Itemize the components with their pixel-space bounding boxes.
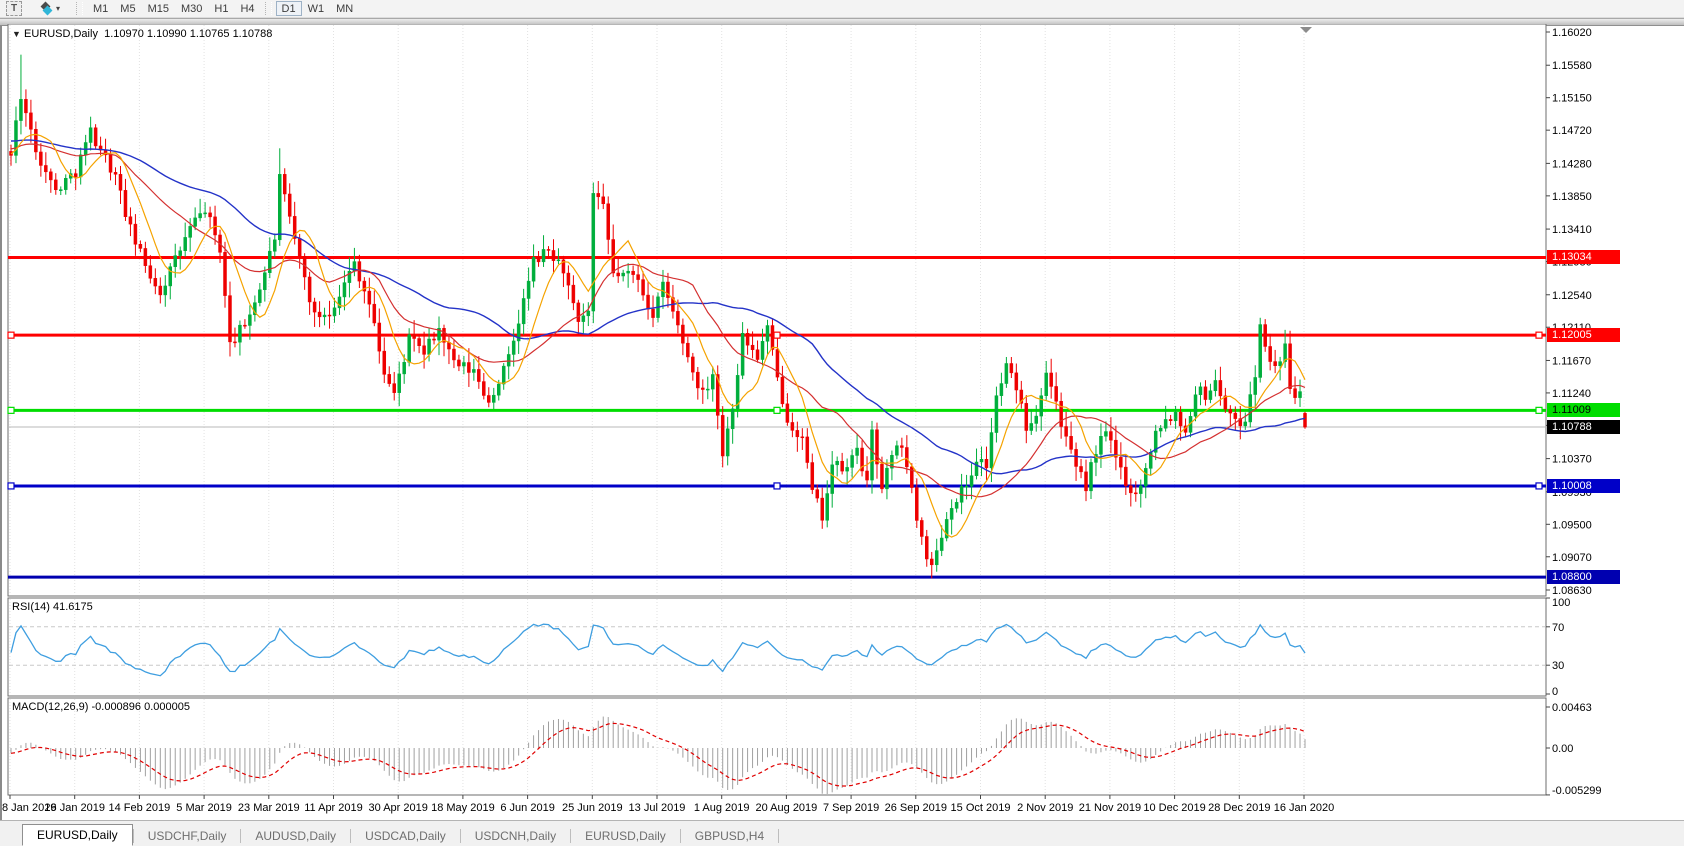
timeframe-button-D1[interactable]: D1: [276, 1, 302, 16]
date-axis-label: 1 Aug 2019: [694, 802, 750, 814]
toolbar-separator: [265, 2, 272, 15]
date-axis-label: 23 Mar 2019: [238, 802, 300, 814]
rsi-name: RSI(14): [12, 601, 50, 613]
rsi-axis-label: 30: [1552, 660, 1564, 672]
date-axis-label: 7 Sep 2019: [823, 802, 879, 814]
timeframe-button-M1[interactable]: M1: [87, 1, 114, 16]
date-axis-label: 30 Apr 2019: [369, 802, 428, 814]
macd-name: MACD(12,26,9): [12, 701, 88, 713]
price-axis-label: 1.13410: [1552, 224, 1592, 236]
tab-USDCNH-Daily[interactable]: USDCNH,Daily: [461, 827, 570, 846]
date-axis-label: 15 Oct 2019: [951, 802, 1011, 814]
date-axis-label: 14 Feb 2019: [109, 802, 171, 814]
price-axis-label: 1.15580: [1552, 60, 1592, 72]
price-axis-label: 1.09500: [1552, 519, 1592, 531]
chart-area: 8 Jan 201926 Jan 201914 Feb 20195 Mar 20…: [0, 24, 1684, 820]
date-axis-label: 5 Mar 2019: [176, 802, 232, 814]
level-price-tag: 1.13034: [1547, 250, 1620, 264]
macd-signal: 0.000005: [144, 701, 190, 713]
level-price-tag: 1.08800: [1547, 570, 1620, 584]
date-axis-label: 6 Jun 2019: [500, 802, 554, 814]
price-axis-label: 1.12540: [1552, 290, 1592, 302]
level-price-tag: 1.10008: [1547, 479, 1620, 493]
tab-AUDUSD-Daily[interactable]: AUDUSD,Daily: [241, 827, 350, 846]
macd-axis-label: -0.005299: [1552, 785, 1602, 797]
price-axis-label: 1.11240: [1552, 388, 1591, 400]
timeframe-button-M5[interactable]: M5: [114, 1, 141, 16]
price-axis-label: 1.08630: [1552, 585, 1592, 597]
ohlc-high: 1.10990: [147, 28, 187, 40]
tab-GBPUSD-H4[interactable]: GBPUSD,H4: [681, 827, 778, 846]
tab-EURUSD-Daily[interactable]: EURUSD,Daily: [22, 824, 133, 846]
date-axis-label: 21 Nov 2019: [1079, 802, 1141, 814]
tab-USDCAD-Daily[interactable]: USDCAD,Daily: [351, 827, 460, 846]
price-axis-label: 1.16020: [1552, 27, 1592, 39]
tab-EURUSD-Daily-2[interactable]: EURUSD,Daily: [571, 827, 680, 846]
macd-main: -0.000896: [91, 701, 141, 713]
macd-axis-label: 0.00463: [1552, 702, 1592, 714]
date-axis-label: 11 Apr 2019: [304, 802, 363, 814]
date-axis-label: 20 Aug 2019: [756, 802, 818, 814]
date-axis-label: 16 Jan 2020: [1274, 802, 1335, 814]
price-axis-label: 1.11670: [1552, 355, 1591, 367]
chart-tabs-bar: EURUSD,DailyUSDCHF,DailyAUDUSD,DailyUSDC…: [0, 820, 1684, 846]
chevron-down-icon: ▾: [56, 4, 60, 13]
timeframe-button-H4[interactable]: H4: [234, 1, 260, 16]
date-axis-label: 26 Jan 2019: [44, 802, 105, 814]
price-axis-label: 1.14720: [1552, 125, 1592, 137]
date-axis-label: 26 Sep 2019: [885, 802, 947, 814]
timeframe-button-H1[interactable]: H1: [208, 1, 234, 16]
date-axis-label: 13 Jul 2019: [629, 802, 686, 814]
timeframe-button-M15[interactable]: M15: [142, 1, 175, 16]
rsi-axis-label: 100: [1552, 597, 1570, 609]
chart-symbol-period: EURUSD,Daily: [24, 28, 98, 40]
collapse-caret-icon[interactable]: ▼: [12, 29, 21, 39]
timeframe-button-M30[interactable]: M30: [175, 1, 208, 16]
date-axis-label: 28 Dec 2019: [1208, 802, 1270, 814]
rsi-axis-label: 0: [1552, 686, 1558, 698]
toolbar: T ▾ M1M5M15M30H1H4 D1W1MN: [0, 0, 1684, 18]
date-axis-label: 2 Nov 2019: [1017, 802, 1073, 814]
indicator-style-button[interactable]: ▾: [30, 1, 72, 16]
tab-USDCHF-Daily[interactable]: USDCHF,Daily: [134, 827, 241, 846]
macd-label: MACD(12,26,9) -0.000896 0.000005: [12, 701, 190, 713]
macd-axis-label: 0.00: [1552, 743, 1573, 755]
ohlc-open: 1.10970: [104, 28, 144, 40]
current-price-tag: 1.10788: [1547, 420, 1620, 434]
chart-title: ▼ EURUSD,Daily 1.10970 1.10990 1.10765 1…: [12, 28, 272, 40]
timeframe-button-W1[interactable]: W1: [302, 1, 331, 16]
level-price-tag: 1.11009: [1547, 403, 1620, 417]
price-chart-canvas[interactable]: 8 Jan 201926 Jan 201914 Feb 20195 Mar 20…: [0, 24, 1684, 820]
date-axis-label: 10 Dec 2019: [1143, 802, 1205, 814]
rsi-axis-label: 70: [1552, 622, 1564, 634]
price-axis-label: 1.10370: [1552, 454, 1592, 466]
rsi-label: RSI(14) 41.6175: [12, 601, 93, 613]
price-axis-label: 1.15150: [1552, 93, 1592, 105]
price-axis-label: 1.14280: [1552, 158, 1592, 170]
level-price-tag: 1.12005: [1547, 328, 1620, 342]
toolbar-separator: [76, 2, 83, 15]
ohlc-close: 1.10788: [233, 28, 273, 40]
text-tool-button[interactable]: T: [6, 1, 22, 16]
price-axis-label: 1.09070: [1552, 552, 1592, 564]
price-axis-label: 1.13850: [1552, 191, 1592, 203]
date-axis-label: 18 May 2019: [431, 802, 495, 814]
timeframe-buttons: M1M5M15M30H1H4 D1W1MN: [87, 1, 359, 16]
rsi-value: 41.6175: [53, 601, 93, 613]
timeframe-button-MN[interactable]: MN: [330, 1, 359, 16]
tab-separator: [778, 829, 779, 843]
ohlc-low: 1.10765: [190, 28, 230, 40]
date-axis-label: 25 Jun 2019: [562, 802, 623, 814]
